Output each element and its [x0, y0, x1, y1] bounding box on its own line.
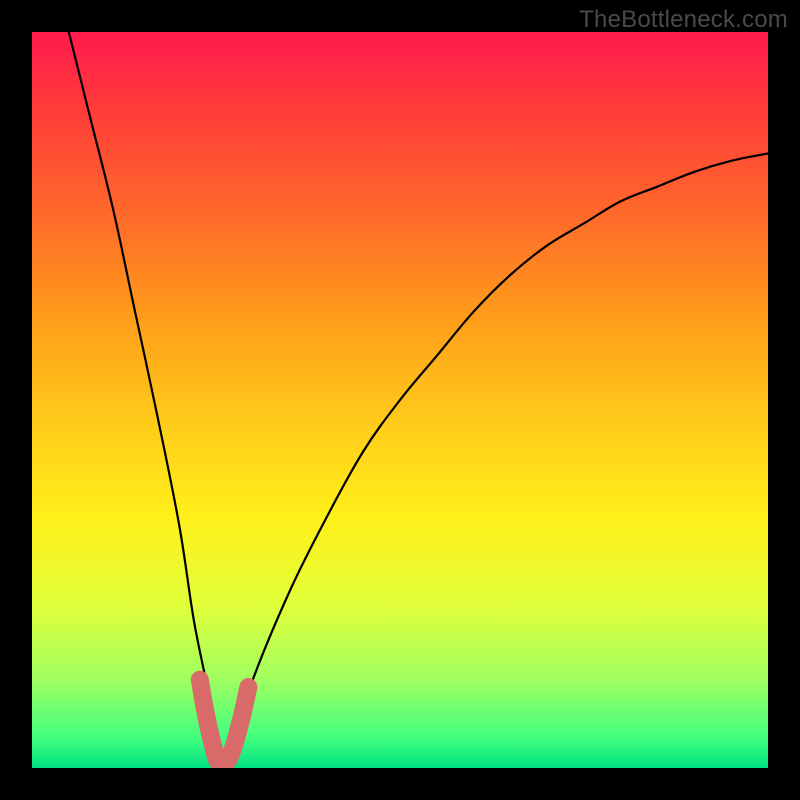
bottleneck-curve	[69, 32, 768, 762]
plot-area	[32, 32, 768, 768]
outer-frame: TheBottleneck.com	[0, 0, 800, 800]
sweet-spot-segment	[200, 680, 249, 764]
curve-layer	[32, 32, 768, 768]
watermark-text: TheBottleneck.com	[579, 6, 788, 34]
